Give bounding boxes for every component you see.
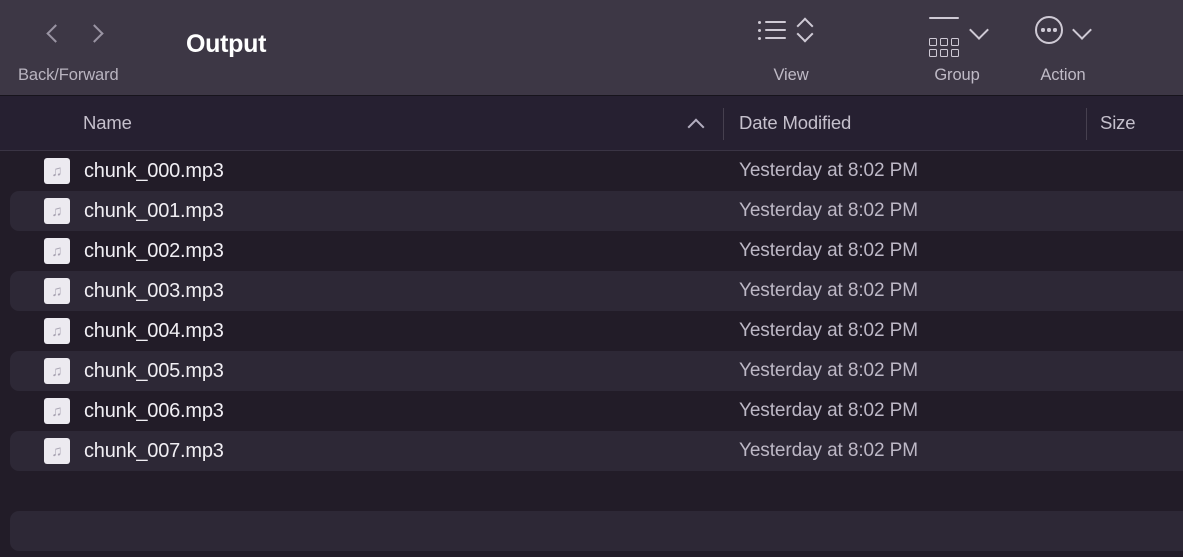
music-note-icon: ♫ — [44, 198, 70, 224]
navigation-group: Back/Forward — [0, 0, 190, 96]
column-header-date-modified[interactable]: Date Modified — [739, 96, 851, 150]
file-list[interactable]: ♫ chunk_000.mp3 Yesterday at 8:02 PM ♫ chunk… — [0, 151, 1183, 557]
file-name: chunk_005.mp3 — [84, 359, 224, 382]
view-icons — [758, 17, 815, 43]
column-header-row: Name Date Modified Size — [0, 96, 1183, 151]
music-note-icon: ♫ — [44, 278, 70, 304]
group-icons — [928, 17, 987, 57]
chevron-down-icon[interactable] — [1074, 22, 1090, 38]
table-row[interactable]: ♫ chunk_007.mp3 Yesterday at 8:02 PM — [10, 431, 1183, 471]
column-header-name[interactable]: Name — [83, 96, 132, 150]
group-caption: Group — [934, 66, 980, 84]
toolbar-group-button[interactable]: Group — [915, 0, 999, 96]
music-note-icon: ♫ — [44, 438, 70, 464]
toolbar-action-button[interactable]: Action — [1021, 0, 1105, 96]
action-icons — [1035, 16, 1090, 44]
sort-updown-icon[interactable] — [796, 17, 815, 43]
view-caption: View — [773, 66, 809, 84]
file-name: chunk_007.mp3 — [84, 439, 224, 462]
file-name: chunk_000.mp3 — [84, 159, 224, 182]
column-header-size[interactable]: Size — [1100, 96, 1136, 150]
music-note-icon: ♫ — [44, 238, 70, 264]
empty-row[interactable] — [10, 511, 1183, 551]
chevron-right-icon[interactable] — [88, 22, 102, 44]
file-name: chunk_002.mp3 — [84, 239, 224, 262]
list-view-icon[interactable] — [758, 18, 786, 42]
table-row[interactable]: ♫ chunk_002.mp3 Yesterday at 8:02 PM — [0, 231, 1183, 271]
music-note-icon: ♫ — [44, 358, 70, 384]
file-date-modified: Yesterday at 8:02 PM — [739, 280, 918, 301]
nav-label: Back/Forward — [18, 66, 119, 84]
file-date-modified: Yesterday at 8:02 PM — [739, 200, 918, 221]
table-row[interactable]: ♫ chunk_000.mp3 Yesterday at 8:02 PM — [0, 151, 1183, 191]
group-grid-icon[interactable] — [928, 17, 960, 57]
action-caption: Action — [1040, 66, 1086, 84]
toolbar-view-button[interactable]: View — [750, 0, 832, 96]
ellipsis-circle-icon[interactable] — [1035, 16, 1063, 44]
file-date-modified: Yesterday at 8:02 PM — [739, 240, 918, 261]
nav-arrows — [46, 16, 146, 50]
finder-toolbar: Back/Forward Output View Group Action — [0, 0, 1183, 96]
column-divider[interactable] — [723, 108, 724, 140]
column-divider[interactable] — [1086, 108, 1087, 140]
file-name: chunk_006.mp3 — [84, 399, 224, 422]
table-row[interactable]: ♫ chunk_006.mp3 Yesterday at 8:02 PM — [0, 391, 1183, 431]
music-note-icon: ♫ — [44, 398, 70, 424]
file-name: chunk_004.mp3 — [84, 319, 224, 342]
empty-row[interactable] — [0, 471, 1183, 511]
file-name: chunk_003.mp3 — [84, 279, 224, 302]
table-row[interactable]: ♫ chunk_001.mp3 Yesterday at 8:02 PM — [10, 191, 1183, 231]
music-note-icon: ♫ — [44, 318, 70, 344]
file-date-modified: Yesterday at 8:02 PM — [739, 360, 918, 381]
file-date-modified: Yesterday at 8:02 PM — [739, 320, 918, 341]
empty-row[interactable] — [0, 551, 1183, 557]
chevron-up-icon[interactable] — [689, 118, 703, 128]
file-date-modified: Yesterday at 8:02 PM — [739, 400, 918, 421]
table-row[interactable]: ♫ chunk_005.mp3 Yesterday at 8:02 PM — [10, 351, 1183, 391]
chevron-left-icon[interactable] — [46, 22, 60, 44]
window-title: Output — [186, 30, 267, 58]
table-row[interactable]: ♫ chunk_003.mp3 Yesterday at 8:02 PM — [10, 271, 1183, 311]
table-row[interactable]: ♫ chunk_004.mp3 Yesterday at 8:02 PM — [0, 311, 1183, 351]
file-date-modified: Yesterday at 8:02 PM — [739, 440, 918, 461]
chevron-down-icon[interactable] — [971, 22, 987, 38]
file-date-modified: Yesterday at 8:02 PM — [739, 160, 918, 181]
file-name: chunk_001.mp3 — [84, 199, 224, 222]
music-note-icon: ♫ — [44, 158, 70, 184]
